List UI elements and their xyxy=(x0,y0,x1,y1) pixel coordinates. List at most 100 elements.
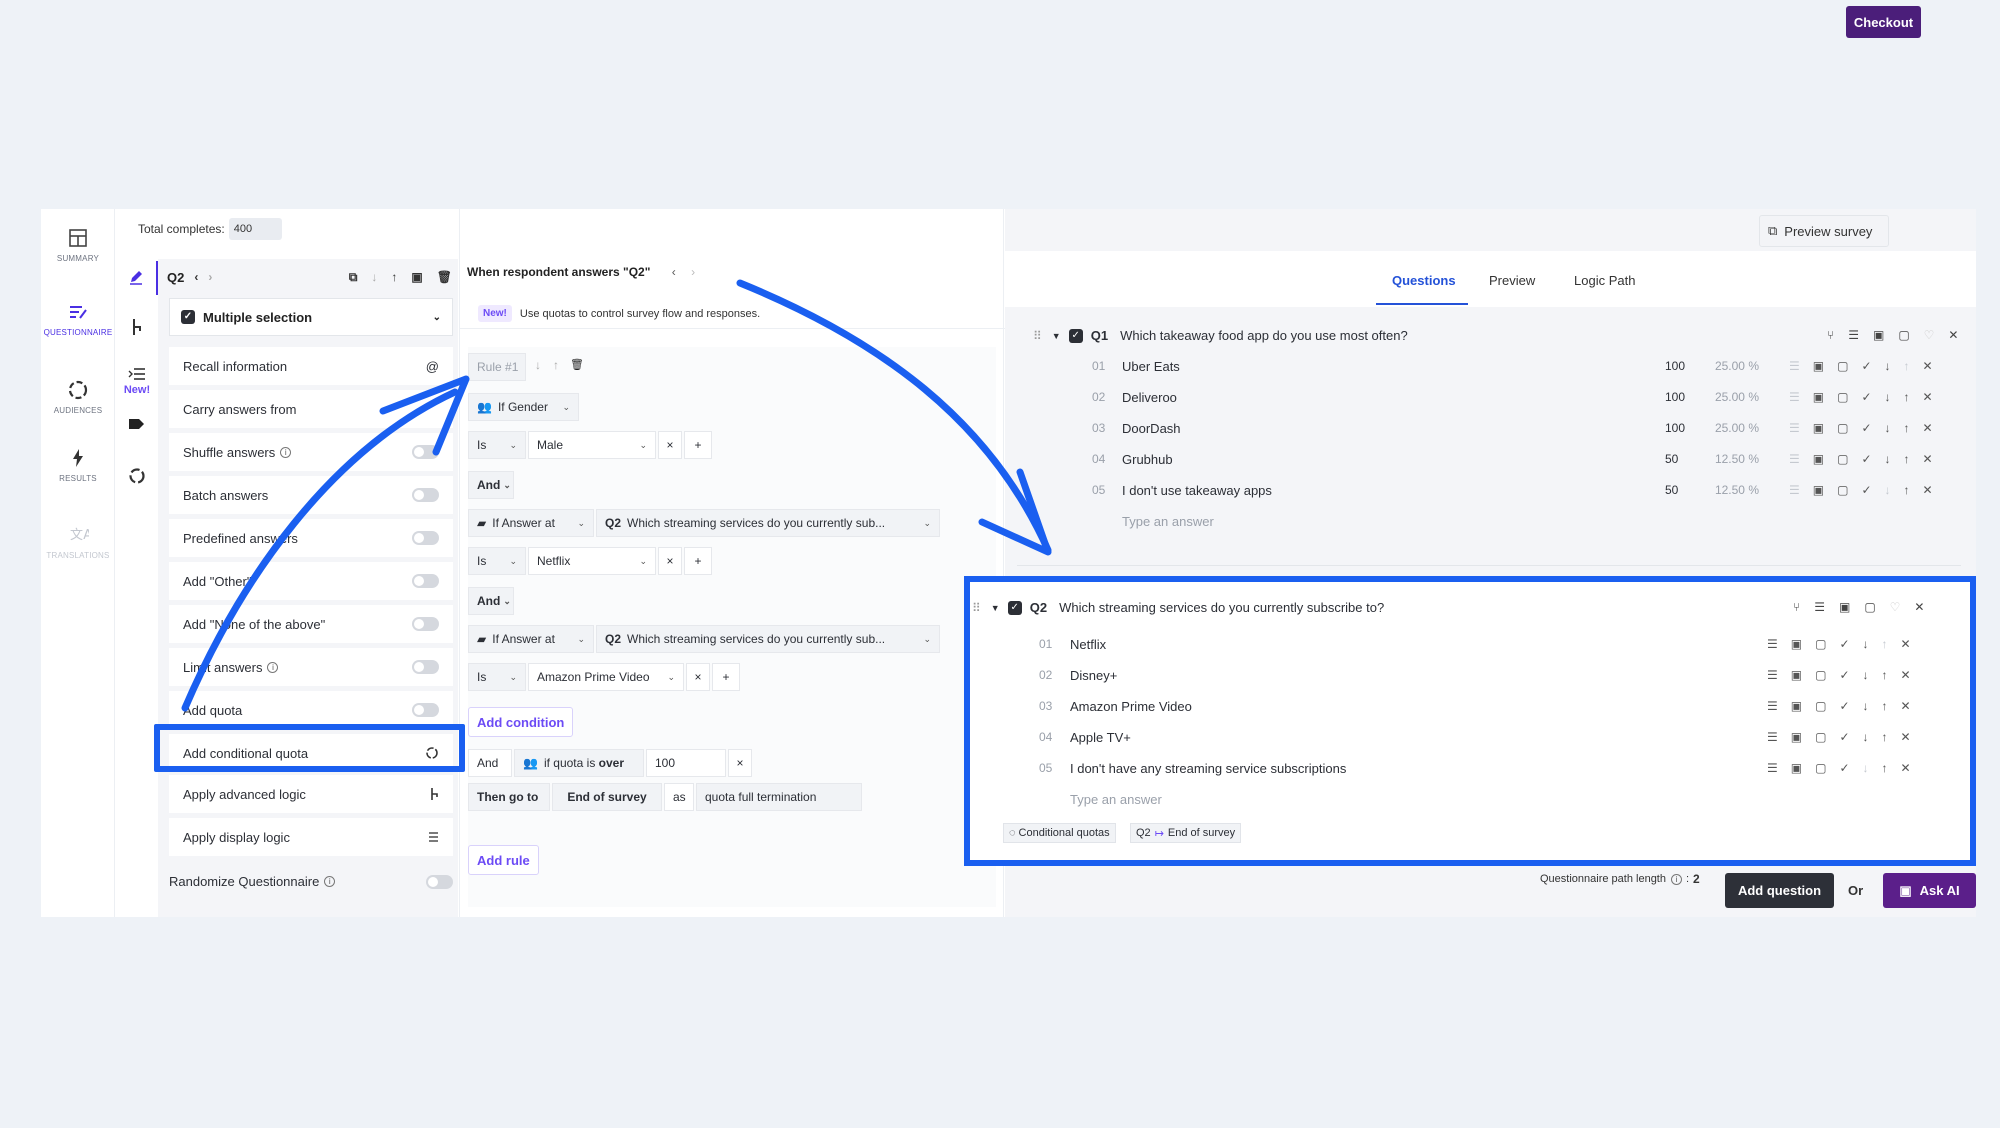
rule-down-icon[interactable]: ↓ xyxy=(535,358,541,372)
is-operator-select[interactable]: Is ⌄ xyxy=(468,663,526,691)
add-condition-button[interactable]: Add condition xyxy=(468,707,574,737)
answer-text[interactable]: Disney+ xyxy=(1070,668,1117,683)
list-logic-icon[interactable]: ☰ xyxy=(1814,600,1825,614)
rule-up-icon[interactable]: ↑ xyxy=(553,358,559,372)
next-question-icon[interactable]: › xyxy=(208,270,212,284)
logic-tab[interactable] xyxy=(116,317,158,340)
move-down-icon[interactable]: ↓ xyxy=(1885,390,1891,404)
close-icon[interactable]: ✕ xyxy=(1923,390,1933,404)
answer-value-select[interactable]: Netflix ⌄ xyxy=(528,547,656,575)
question-type-select[interactable]: ✓ Multiple selection ⌄ xyxy=(169,298,453,336)
destination-select[interactable]: End of survey xyxy=(552,783,662,811)
tag-tab[interactable] xyxy=(116,417,158,434)
list-logic-icon[interactable]: ☰ xyxy=(1767,730,1778,744)
save-icon[interactable]: ▢ xyxy=(1837,359,1848,373)
check-icon[interactable]: ✓ xyxy=(1861,359,1871,373)
close-icon[interactable]: ✕ xyxy=(1901,637,1911,651)
rail-summary[interactable]: SUMMARY xyxy=(41,227,115,263)
close-icon[interactable]: ✕ xyxy=(1923,421,1933,435)
new-answer-row[interactable]: Type an answer xyxy=(1017,509,1961,533)
save-icon[interactable]: ▢ xyxy=(1815,637,1826,651)
move-down-icon[interactable]: ↓ xyxy=(1863,637,1869,651)
move-up-icon[interactable]: ↑ xyxy=(1904,483,1910,497)
move-down-icon[interactable]: ↓ xyxy=(371,270,377,284)
add-question-button[interactable]: Add question xyxy=(1725,873,1834,908)
ask-ai-button[interactable]: ▣ Ask AI xyxy=(1883,873,1976,908)
check-icon[interactable]: ✓ xyxy=(1839,637,1849,651)
move-down-icon[interactable]: ↓ xyxy=(1885,359,1891,373)
trash-icon[interactable]: 🗑 xyxy=(437,270,452,284)
drag-handle-icon[interactable]: ⠿ xyxy=(972,601,981,615)
save-icon[interactable]: ▢ xyxy=(1837,452,1848,466)
question-ref-select[interactable]: Q2 Which streaming services do you curren… xyxy=(596,625,940,653)
move-down-icon[interactable]: ↓ xyxy=(1863,699,1869,713)
move-up-icon[interactable]: ↑ xyxy=(1904,390,1910,404)
option-limit-answers[interactable]: Limit answers i xyxy=(169,648,453,686)
gender-value-select[interactable]: Male ⌄ xyxy=(528,431,656,459)
is-operator-select[interactable]: Is ⌄ xyxy=(468,431,526,459)
close-icon[interactable]: ✕ xyxy=(1923,452,1933,466)
tab-preview[interactable]: Preview xyxy=(1489,273,1535,288)
move-up-icon[interactable]: ↑ xyxy=(1904,359,1910,373)
save-icon[interactable]: ▢ xyxy=(1815,761,1826,775)
quota-tab[interactable] xyxy=(116,467,158,488)
question-text[interactable]: Which streaming services do you currentl… xyxy=(1059,600,1384,615)
close-icon[interactable]: ✕ xyxy=(1901,699,1911,713)
save-icon[interactable]: ▢ xyxy=(1815,699,1826,713)
check-icon[interactable]: ✓ xyxy=(1861,452,1871,466)
answer-text[interactable]: Apple TV+ xyxy=(1070,730,1131,745)
save-icon[interactable]: ▢ xyxy=(1864,600,1875,614)
check-icon[interactable]: ✓ xyxy=(1839,730,1849,744)
list-logic-icon[interactable]: ☰ xyxy=(1789,390,1800,404)
save-icon[interactable]: ▢ xyxy=(1837,483,1848,497)
answer-text[interactable]: Grubhub xyxy=(1122,452,1173,467)
list-logic-icon[interactable]: ☰ xyxy=(1789,483,1800,497)
option-add-none[interactable]: Add "None of the above" xyxy=(169,605,453,643)
save-icon[interactable]: ▢ xyxy=(1898,328,1909,342)
move-up-icon[interactable]: ↑ xyxy=(1882,637,1888,651)
option-batch-answers[interactable]: Batch answers xyxy=(169,476,453,514)
save-icon[interactable]: ▢ xyxy=(1815,730,1826,744)
move-down-icon[interactable]: ↓ xyxy=(1885,452,1891,466)
move-down-icon[interactable]: ↓ xyxy=(1863,730,1869,744)
preview-survey-button[interactable]: ⧉ Preview survey xyxy=(1759,215,1889,247)
option-carry-answers[interactable]: Carry answers from xyxy=(169,390,453,428)
answer-text[interactable]: Amazon Prime Video xyxy=(1070,699,1192,714)
heart-icon[interactable]: ♡ xyxy=(1924,328,1935,342)
save-icon[interactable]: ▢ xyxy=(1837,390,1848,404)
check-icon[interactable]: ✓ xyxy=(1839,668,1849,682)
ai-icon[interactable]: ▣ xyxy=(1813,483,1824,497)
option-add-other[interactable]: Add "Other" xyxy=(169,562,453,600)
answer-condition-select[interactable]: ▰ If Answer at ⌄ xyxy=(468,509,594,537)
copy-icon[interactable]: ▣ xyxy=(411,270,422,284)
quota-toggle[interactable] xyxy=(412,703,439,717)
batch-toggle[interactable] xyxy=(412,488,439,502)
move-up-icon[interactable]: ↑ xyxy=(1904,452,1910,466)
list-logic-icon[interactable]: ☰ xyxy=(1789,359,1800,373)
heart-icon[interactable]: ♡ xyxy=(1890,600,1901,614)
ai-icon[interactable]: ▣ xyxy=(1791,730,1802,744)
answer-quota[interactable]: 50 xyxy=(1665,483,1678,497)
quota-value-input[interactable]: 100 xyxy=(646,749,726,777)
option-predefined-answers[interactable]: Predefined answers xyxy=(169,519,453,557)
add-rule-button[interactable]: Add rule xyxy=(468,845,539,875)
save-icon[interactable]: ▢ xyxy=(1837,421,1848,435)
and-connector[interactable]: And ⌄ xyxy=(468,471,514,499)
chevron-right-icon[interactable]: › xyxy=(691,265,695,279)
move-down-icon[interactable]: ↓ xyxy=(1885,421,1891,435)
close-icon[interactable]: ✕ xyxy=(1948,328,1958,342)
answer-text[interactable]: Uber Eats xyxy=(1122,359,1180,374)
move-up-icon[interactable]: ↑ xyxy=(1882,761,1888,775)
chevron-left-icon[interactable]: ‹ xyxy=(672,265,676,279)
check-icon[interactable]: ✓ xyxy=(1861,483,1871,497)
ai-icon[interactable]: ▣ xyxy=(1791,699,1802,713)
remove-condition-icon[interactable]: × xyxy=(686,663,710,691)
ai-icon[interactable]: ▣ xyxy=(1791,637,1802,651)
answer-value-select[interactable]: Amazon Prime Video ⌄ xyxy=(528,663,684,691)
drag-handle-icon[interactable]: ⠿ xyxy=(1033,329,1042,343)
ai-icon[interactable]: ▣ xyxy=(1839,600,1850,614)
close-icon[interactable]: ✕ xyxy=(1923,483,1933,497)
option-recall-information[interactable]: Recall information @ xyxy=(169,347,453,385)
list-logic-icon[interactable]: ☰ xyxy=(1767,761,1778,775)
move-up-icon[interactable]: ↑ xyxy=(1882,668,1888,682)
